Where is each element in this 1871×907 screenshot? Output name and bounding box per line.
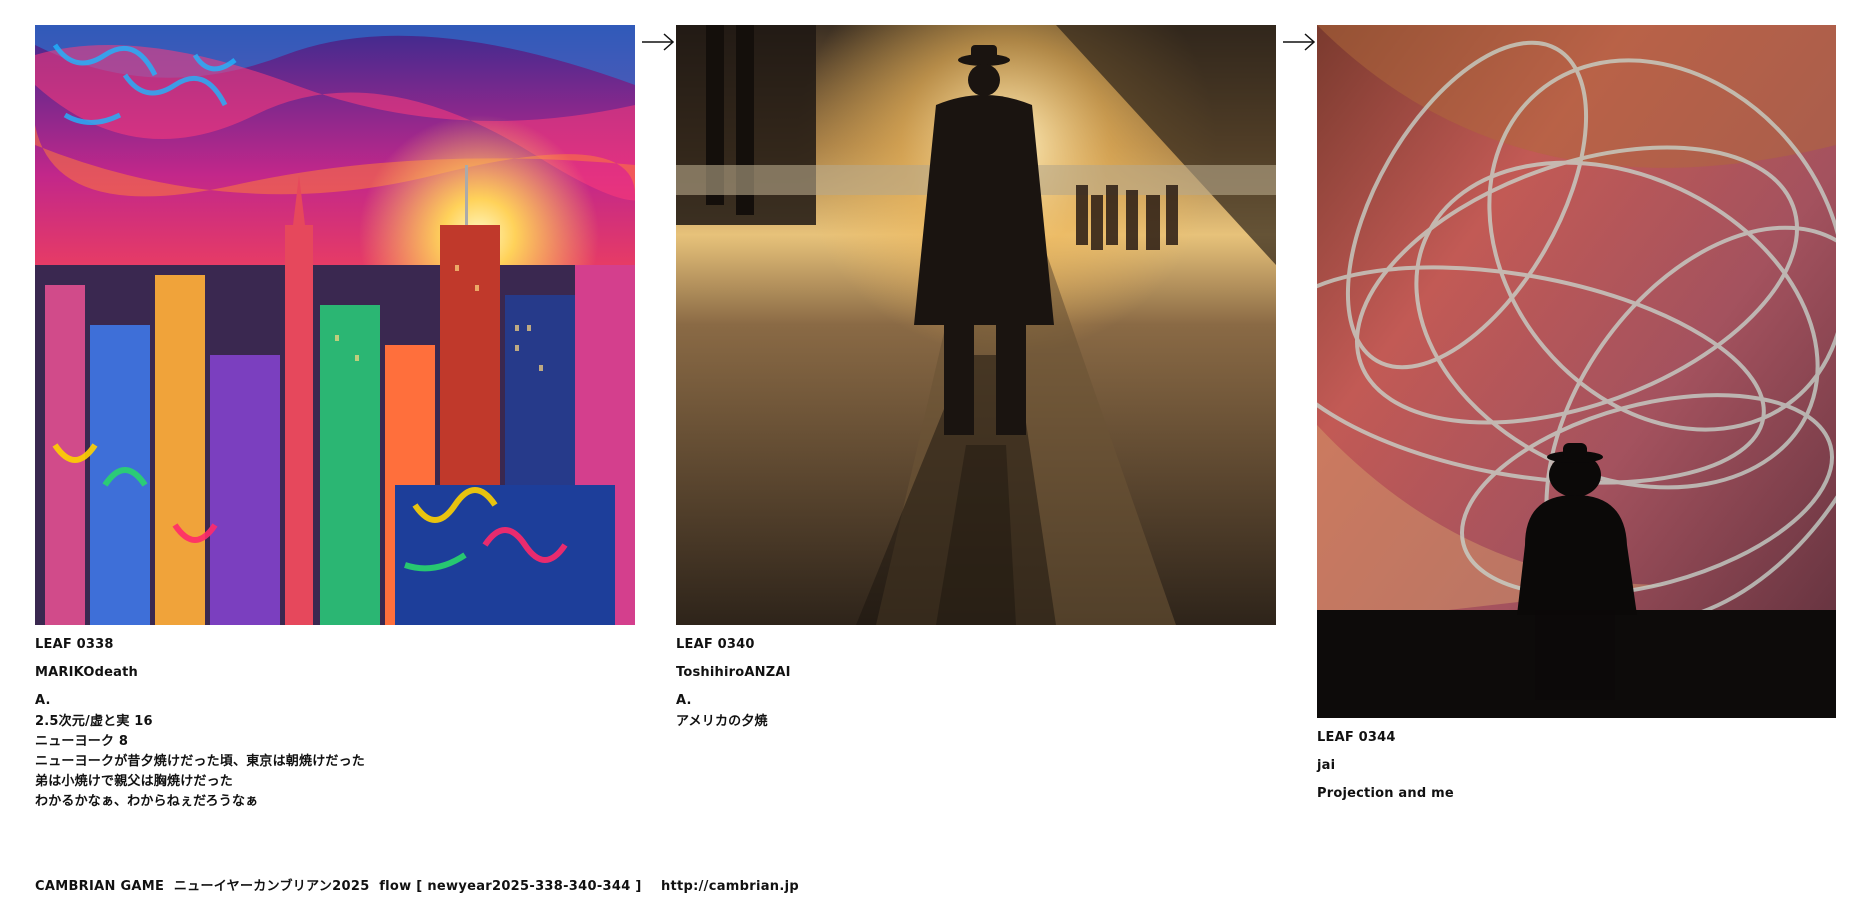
leaf-image-0338[interactable]	[35, 25, 635, 625]
caption-line: アメリカの夕焼	[676, 714, 768, 729]
leaf-id[interactable]: LEAF 0344	[1317, 731, 1836, 745]
leaf-caption: 2.5次元/虚と実 16 ニューヨーク 8 ニューヨークが昔夕焼けだった頃、東京…	[35, 712, 635, 812]
leaf-id[interactable]: LEAF 0340	[676, 638, 1276, 652]
flow-arrow-icon	[642, 33, 675, 51]
leaf-image-0340[interactable]	[676, 25, 1276, 625]
leaf-title: A.	[35, 693, 51, 708]
leaf-author[interactable]: MARIKOdeath	[35, 666, 635, 680]
leaf-caption: アメリカの夕焼	[676, 712, 1276, 732]
leaf-card-0340: LEAF 0340 ToshihiroANZAI A. アメリカの夕焼	[676, 25, 1276, 732]
leaf-card-0338: LEAF 0338 MARIKOdeath A. 2.5次元/虚と実 16 ニュ…	[35, 25, 635, 812]
caption-line: わかるかなぁ、わからねぇだろうなぁ	[35, 794, 259, 809]
leaf-title: Projection and me	[1317, 786, 1454, 801]
caption-line: 弟は小焼けで親父は胸焼けだった	[35, 774, 234, 789]
leaf-card-0344: LEAF 0344 jai Projection and me	[1317, 25, 1836, 801]
city-sunset-graffiti-image	[35, 25, 635, 625]
leaf-author[interactable]: ToshihiroANZAI	[676, 666, 1276, 680]
caption-line: ニューヨークが昔夕焼けだった頃、東京は朝焼けだった	[35, 754, 366, 769]
caption-line: 2.5次元/虚と実 16	[35, 714, 153, 729]
walking-man-sunset-image	[676, 25, 1276, 625]
projection-silhouette-image	[1317, 25, 1836, 718]
leaf-author[interactable]: jai	[1317, 759, 1836, 773]
leaf-image-0344[interactable]	[1317, 25, 1836, 718]
leaf-id[interactable]: LEAF 0338	[35, 638, 635, 652]
leaf-title: A.	[676, 693, 692, 708]
caption-line: ニューヨーク 8	[35, 734, 129, 749]
flow-arrow-icon	[1283, 33, 1316, 51]
footer-text: CAMBRIAN GAME ニューイヤーカンブリアン2025 flow [ ne…	[35, 879, 799, 894]
